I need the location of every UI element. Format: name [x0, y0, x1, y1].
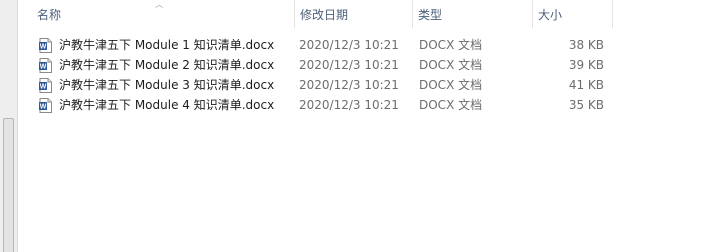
word-document-icon: W — [39, 58, 52, 73]
column-header-type[interactable]: 类型 — [411, 0, 532, 28]
column-divider[interactable] — [612, 0, 613, 28]
vertical-scrollbar[interactable] — [0, 0, 18, 252]
column-header-modified[interactable]: 修改日期 — [293, 0, 412, 28]
file-size: 39 KB — [568, 58, 604, 72]
word-document-icon: W — [39, 98, 52, 113]
file-size: 38 KB — [568, 38, 604, 52]
scrollbar-thumb[interactable] — [3, 118, 14, 252]
word-document-icon: W — [39, 78, 52, 93]
svg-text:W: W — [40, 104, 47, 111]
file-name: 沪教牛津五下 Module 3 知识清单.docx — [59, 78, 275, 92]
svg-text:W: W — [40, 64, 47, 71]
file-name: 沪教牛津五下 Module 4 知识清单.docx — [59, 98, 275, 112]
file-modified-date: 2020/12/3 10:21 — [299, 78, 399, 92]
column-header-name[interactable]: 名称 — [30, 0, 294, 28]
file-type: DOCX 文档 — [419, 98, 483, 112]
file-type: DOCX 文档 — [419, 58, 483, 72]
column-header-bar: ︿ 名称 修改日期 类型 大小 — [18, 0, 712, 28]
file-row[interactable]: W 沪教牛津五下 Module 3 知识清单.docx 2020/12/3 10… — [18, 75, 612, 95]
file-size: 35 KB — [568, 98, 604, 112]
file-name: 沪教牛津五下 Module 1 知识清单.docx — [59, 38, 275, 52]
file-type: DOCX 文档 — [419, 38, 483, 52]
file-modified-date: 2020/12/3 10:21 — [299, 58, 399, 72]
svg-text:W: W — [40, 84, 47, 91]
column-header-size[interactable]: 大小 — [531, 0, 611, 28]
file-type: DOCX 文档 — [419, 78, 483, 92]
file-row[interactable]: W 沪教牛津五下 Module 4 知识清单.docx 2020/12/3 10… — [18, 95, 612, 115]
file-size: 41 KB — [568, 78, 604, 92]
file-name: 沪教牛津五下 Module 2 知识清单.docx — [59, 58, 275, 72]
svg-text:W: W — [40, 44, 47, 51]
file-modified-date: 2020/12/3 10:21 — [299, 98, 399, 112]
file-modified-date: 2020/12/3 10:21 — [299, 38, 399, 52]
file-row[interactable]: W 沪教牛津五下 Module 2 知识清单.docx 2020/12/3 10… — [18, 55, 612, 75]
word-document-icon: W — [39, 38, 52, 53]
file-row[interactable]: W 沪教牛津五下 Module 1 知识清单.docx 2020/12/3 10… — [18, 35, 612, 55]
